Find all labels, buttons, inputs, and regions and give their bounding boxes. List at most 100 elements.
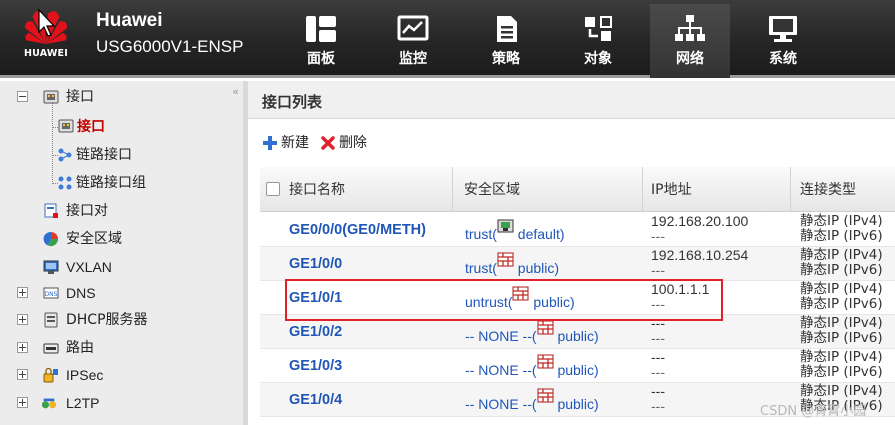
expand-toggle[interactable]	[17, 287, 28, 298]
sidebar-item-route[interactable]: 路由	[0, 337, 240, 359]
vsys-name: default	[517, 226, 560, 242]
security-zone-icon	[43, 231, 59, 247]
connection-type: 静态IP (IPv4) 静态IP (IPv6)	[800, 316, 883, 350]
column-header-label: 接口名称	[289, 182, 345, 198]
sidebar-item-interface-group[interactable]: 接口	[0, 86, 240, 108]
ip-address: 192.168.10.254 ---	[651, 248, 748, 282]
sidebar-item-label: VXLAN	[66, 259, 112, 275]
sidebar-item-label: 路由	[66, 340, 94, 356]
sidebar-item-interface-pair[interactable]: 接口对	[0, 200, 240, 222]
table-row[interactable]: GE1/0/0 trust( public) 192.168.10.254 ---…	[260, 247, 895, 281]
page-title: 接口列表	[262, 93, 323, 111]
nav-network[interactable]: 网络	[650, 4, 730, 78]
device-brand: Huawei USG6000V1-ENSP	[96, 10, 243, 59]
expand-toggle[interactable]	[17, 342, 28, 353]
ipv4-type: 静态IP (IPv4)	[800, 281, 883, 297]
nav-label: 对象	[584, 51, 612, 67]
network-icon	[675, 15, 705, 41]
ip-address: --- ---	[651, 350, 665, 384]
ipv6-address: ---	[651, 228, 665, 244]
monitor-icon	[397, 15, 429, 41]
sidebar-item-label: 安全区域	[66, 231, 122, 247]
expand-toggle[interactable]	[17, 314, 28, 325]
table-row[interactable]: GE1/0/3 -- NONE --( public) --- --- 静态IP …	[260, 349, 895, 383]
zone-name: -- NONE --	[465, 362, 532, 378]
nav-dashboard[interactable]: 面板	[281, 14, 361, 74]
sidebar-item-security-zone[interactable]: 安全区域	[0, 228, 240, 250]
column-header-label: 连接类型	[800, 182, 856, 198]
sidebar-item-label: IPSec	[66, 367, 104, 383]
policy-icon	[497, 16, 517, 42]
interface-list-panel: 接口列表 新建 删除 接口名称 安全区域 IP地址 连接类型 GE0/0/0(G…	[248, 81, 895, 425]
sidebar-item-label: DHCP服务器	[66, 312, 148, 328]
nav-monitor[interactable]: 监控	[373, 14, 453, 74]
sidebar-item-ipsec[interactable]: IPSec	[0, 364, 240, 386]
firewall-icon	[537, 320, 554, 335]
table-row[interactable]: GE1/0/1 untrust( public) 100.1.1.1 --- 静态…	[260, 281, 895, 315]
ipv4-address: ---	[651, 349, 665, 365]
ip-address: 100.1.1.1 ---	[651, 282, 709, 316]
mouse-cursor-icon	[38, 8, 56, 37]
watermark: CSDN @青霄小园	[760, 404, 867, 419]
link-interface-icon	[58, 148, 72, 162]
expand-toggle[interactable]	[17, 397, 28, 408]
nav-label: 网络	[676, 51, 704, 67]
object-icon	[585, 16, 612, 41]
column-header-interface-name[interactable]: 接口名称	[260, 167, 453, 212]
logo-text: HUAWEI	[23, 48, 68, 59]
ipv4-type: 静态IP (IPv4)	[800, 213, 883, 229]
connection-type: 静态IP (IPv4) 静态IP (IPv6)	[800, 248, 883, 282]
connection-type: 静态IP (IPv4) 静态IP (IPv6)	[800, 350, 883, 384]
vsys-name: public	[557, 328, 595, 344]
sidebar-item-link-interface[interactable]: 链路接口	[0, 144, 240, 166]
ipv6-address: ---	[651, 398, 665, 414]
ipv4-type: 静态IP (IPv4)	[800, 315, 883, 331]
column-header-ip-address[interactable]: IP地址	[643, 167, 791, 212]
dns-icon: DNS	[43, 287, 59, 299]
interface-name-link[interactable]: GE1/0/4	[289, 392, 342, 425]
new-button-label: 新建	[281, 135, 309, 151]
nav-system[interactable]: 系统	[743, 14, 823, 74]
sidebar-item-l2tp[interactable]: L2TP	[0, 392, 240, 414]
sidebar-item-label: L2TP	[66, 395, 100, 411]
firewall-icon	[537, 354, 554, 369]
table-row[interactable]: GE1/0/2 -- NONE --( public) --- --- 静态IP …	[260, 315, 895, 349]
ipv4-type: 静态IP (IPv4)	[800, 383, 883, 399]
vsys-name: public	[557, 396, 595, 412]
vxlan-icon	[43, 260, 59, 274]
ipv4-address: 192.168.10.254	[651, 247, 749, 263]
nav-label: 面板	[307, 51, 335, 67]
ipv6-type: 静态IP (IPv6)	[800, 364, 883, 380]
l2tp-icon	[41, 398, 57, 409]
system-icon	[769, 16, 797, 42]
table-row[interactable]: GE0/0/0(GE0/METH) trust( default) 192.16…	[260, 213, 895, 247]
column-header-label: IP地址	[651, 182, 692, 198]
vsys-default-icon	[497, 219, 514, 233]
route-icon	[43, 343, 59, 354]
sidebar-item-dhcp-server[interactable]: DHCP服务器	[0, 309, 240, 331]
sidebar-item-dns[interactable]: DNS DNS	[0, 282, 240, 304]
ipsec-icon	[43, 367, 58, 383]
ipv4-address: 100.1.1.1	[651, 281, 710, 297]
connection-type: 静态IP (IPv4) 静态IP (IPv6)	[800, 214, 883, 248]
security-zone-link[interactable]: -- NONE --( public)	[465, 388, 599, 425]
expand-toggle[interactable]	[17, 369, 28, 380]
column-header-connection-type[interactable]: 连接类型	[791, 167, 895, 212]
dashboard-icon	[306, 16, 336, 42]
select-all-checkbox[interactable]	[266, 182, 280, 196]
nav-object[interactable]: 对象	[558, 14, 638, 74]
sidebar-item-interface[interactable]: 接口	[0, 116, 240, 138]
ip-address: --- ---	[651, 384, 665, 418]
interface-icon	[43, 90, 59, 104]
sidebar-item-link-interface-group[interactable]: 链路接口组	[0, 172, 240, 194]
ipv6-address: ---	[651, 296, 665, 312]
collapse-toggle[interactable]	[17, 91, 28, 102]
vsys-name: public	[557, 362, 595, 378]
dhcp-icon	[44, 312, 58, 328]
ipv6-type: 静态IP (IPv6)	[800, 296, 883, 312]
delete-icon	[321, 136, 335, 150]
column-header-security-zone[interactable]: 安全区域	[453, 167, 643, 212]
add-icon	[263, 136, 277, 150]
sidebar-item-vxlan[interactable]: VXLAN	[0, 256, 240, 278]
nav-policy[interactable]: 策略	[466, 14, 546, 74]
